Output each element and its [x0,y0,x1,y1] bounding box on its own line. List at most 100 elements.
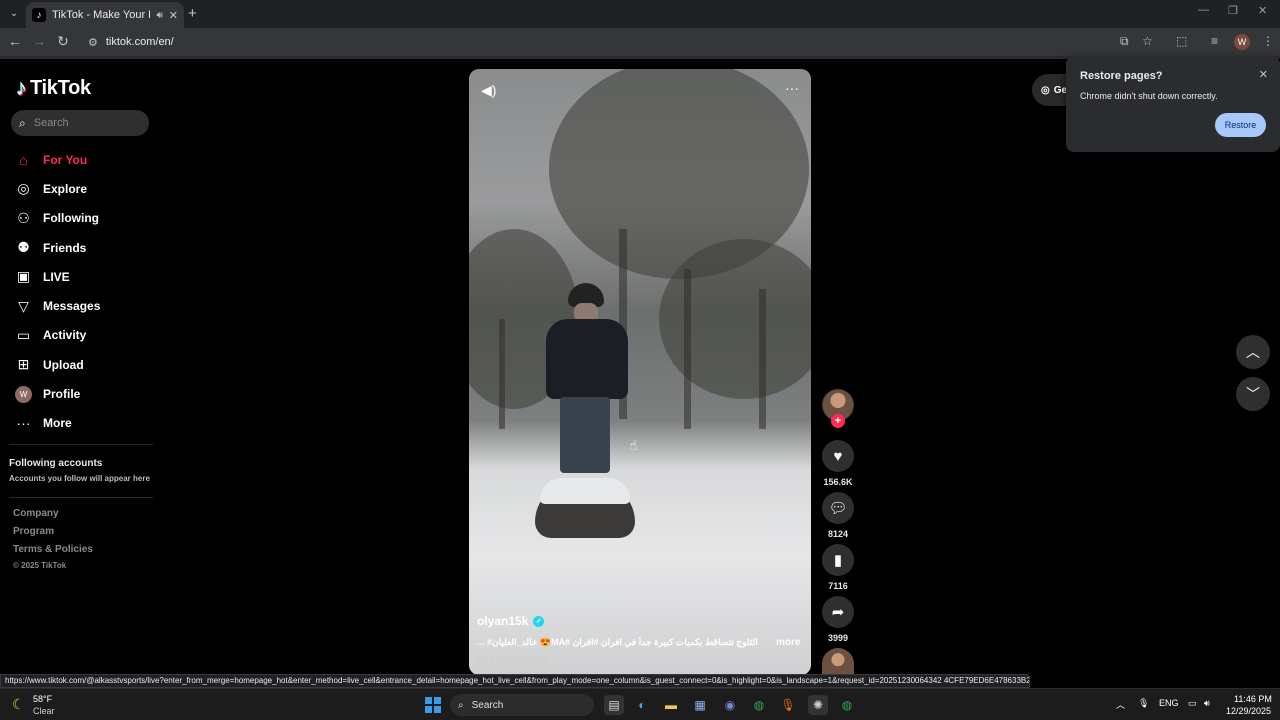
search-input[interactable]: ⌕ Search [11,110,149,136]
sidebar-item-label: LIVE [43,269,70,284]
sidebar-divider [9,444,153,445]
sidebar-item-messages[interactable]: ▽ Messages [15,291,155,320]
bookmark-icon: ▮ [833,552,843,569]
profile-avatar-icon: W [15,385,32,403]
search-placeholder: Search [33,117,69,129]
sidebar-item-live[interactable]: ▣ LIVE [15,262,155,291]
sidebar-item-activity[interactable]: ▭ Activity [15,321,155,350]
chrome-icon[interactable]: ◍ [749,695,769,715]
site-info-icon[interactable]: ⚙ [88,36,98,49]
back-icon[interactable]: ← [6,33,24,49]
sidebar-item-more[interactable]: ··· More [15,409,155,438]
previous-video-button[interactable]: ︿ [1236,335,1270,369]
chrome-profile-icon[interactable]: ◍ [837,695,857,715]
new-tab-button[interactable]: + [188,5,197,22]
footer-link-program[interactable]: Program [13,526,54,537]
sidebar-item-explore[interactable]: ◎ Explore [15,174,155,203]
tab-close-icon[interactable]: ✕ [169,9,178,22]
hand-cursor-icon: ☝︎ [629,437,638,453]
save-count: 7116 [828,581,848,591]
sidebar-item-friends[interactable]: ⚉ Friends [15,233,155,262]
friends-icon: ⚉ [17,239,30,256]
sidebar-divider [9,497,153,498]
clock-date[interactable]: 12/29/2025 [1226,706,1271,716]
windows-taskbar: ☾ 58°F Clear ⌕ Search ▤ ◐ ▬ ▦ ◉ ◍ 🎙︎ ✺ ◍… [0,688,1280,720]
next-creator-avatar[interactable] [822,648,854,674]
caption-more-button[interactable]: more [776,637,800,648]
live-icon: ▣ [16,268,31,285]
next-video-button[interactable]: ﹀ [1236,377,1270,411]
media-control-icon[interactable]: ≡ [1211,34,1218,48]
verified-badge-icon: ✓ [533,615,545,627]
network-icon[interactable]: ▭ [1188,698,1197,709]
maximize-icon[interactable]: ❐ [1228,4,1238,17]
close-window-icon[interactable]: ✕ [1258,4,1267,17]
sidebar-item-upload[interactable]: ⊞ Upload [15,350,155,379]
minimize-icon[interactable]: — [1198,4,1209,16]
chatgpt-icon[interactable]: ✺ [808,695,828,715]
address-bar[interactable]: ⚙ tiktok.com/en/ [80,30,1170,54]
home-icon: ⌂ [19,151,28,168]
windows-start-icon[interactable] [425,697,441,713]
tab-search-chevron-icon[interactable]: ⌄ [6,5,22,21]
sidebar-nav: ⌂ For You ◎ Explore ⚇ Following ⚉ Friend… [15,145,155,438]
share-button[interactable]: ➦ [822,596,854,628]
reload-icon[interactable]: ↻ [54,33,72,50]
chrome-menu-icon[interactable]: ⋮ [1262,34,1274,48]
following-icon: ⚇ [17,209,30,226]
comment-button[interactable]: 💬︎ [822,492,854,524]
tab-audio-icon[interactable]: 🔊︎ [156,10,162,21]
activity-icon: ▭ [16,326,31,343]
volume-icon[interactable]: ◀︎) [481,82,496,99]
video-frame-trunk [499,319,505,429]
video-caption: الثلوج تتساقط بكميات كبيرة جداً في افران… [477,637,758,647]
bookmark-star-icon[interactable]: ☆ [1142,34,1153,48]
restore-message: Chrome didn't shut down correctly. [1080,91,1218,101]
tab-title: TikTok - Make Your Day [52,9,150,21]
extensions-icon[interactable]: ⬚ [1176,34,1187,48]
browser-profile-avatar[interactable]: W [1234,34,1250,50]
url-text: tiktok.com/en/ [105,36,174,48]
sidebar-item-following[interactable]: ⚇ Following [15,204,155,233]
video-person [544,283,630,483]
speaker-icon[interactable]: 🔊︎ [1204,698,1210,709]
edge-icon[interactable]: ◐ [632,695,652,715]
restore-pages-popup: Restore pages? Chrome didn't shut down c… [1066,56,1280,152]
comment-icon: 💬︎ [828,500,848,517]
clock-time[interactable]: 11:46 PM [1234,694,1272,704]
tiktok-logo[interactable]: ♪ TikTok [16,75,91,101]
tiktok-favicon-icon: ♪ [32,8,46,22]
copyright: © 2025 TikTok [13,561,67,570]
taskbar-search[interactable]: ⌕ Search [450,694,594,716]
video-more-options-icon[interactable]: ··· [785,80,799,96]
install-app-icon[interactable]: ⧉ [1120,34,1129,49]
status-bar-url: https://www.tiktok.com/@alkasstvsports/l… [0,674,1030,688]
tray-mic-icon[interactable]: 🎙︎ [1138,698,1149,709]
follow-plus-icon[interactable]: + [831,414,845,428]
video-username[interactable]: olyan15k ✓ [477,614,545,628]
see-translation-link[interactable]: See translation [477,654,549,665]
sidebar-item-profile[interactable]: W Profile [15,379,155,408]
moon-weather-icon[interactable]: ☾ [12,696,25,713]
task-view-icon[interactable]: ▤ [604,695,624,715]
discord-icon[interactable]: ◉ [720,695,740,715]
restore-button[interactable]: Restore [1215,113,1266,137]
microphone-app-icon[interactable]: 🎙︎ [778,695,798,715]
store-icon[interactable]: ▦ [690,695,710,715]
footer-link-company[interactable]: Company [13,508,59,519]
video-rock-snow [540,478,630,504]
save-button[interactable]: ▮ [822,544,854,576]
video-player[interactable] [469,69,811,675]
sidebar-item-label: For You [43,152,88,167]
file-explorer-icon[interactable]: ▬ [661,695,681,715]
like-button[interactable]: ♥ [822,440,854,472]
sidebar-item-label: Following [43,211,99,226]
language-indicator[interactable]: ENG [1159,698,1179,708]
browser-tab[interactable]: ♪ TikTok - Make Your Day 🔊︎ ✕ [26,2,184,28]
forward-icon[interactable]: → [30,33,48,49]
sidebar-item-for-you[interactable]: ⌂ For You [15,145,155,174]
following-accounts-heading: Following accounts [9,458,103,469]
restore-close-icon[interactable]: ✕ [1259,68,1268,81]
footer-link-terms[interactable]: Terms & Policies [13,544,93,555]
tray-chevron-icon[interactable]: ︿ [1116,698,1125,711]
